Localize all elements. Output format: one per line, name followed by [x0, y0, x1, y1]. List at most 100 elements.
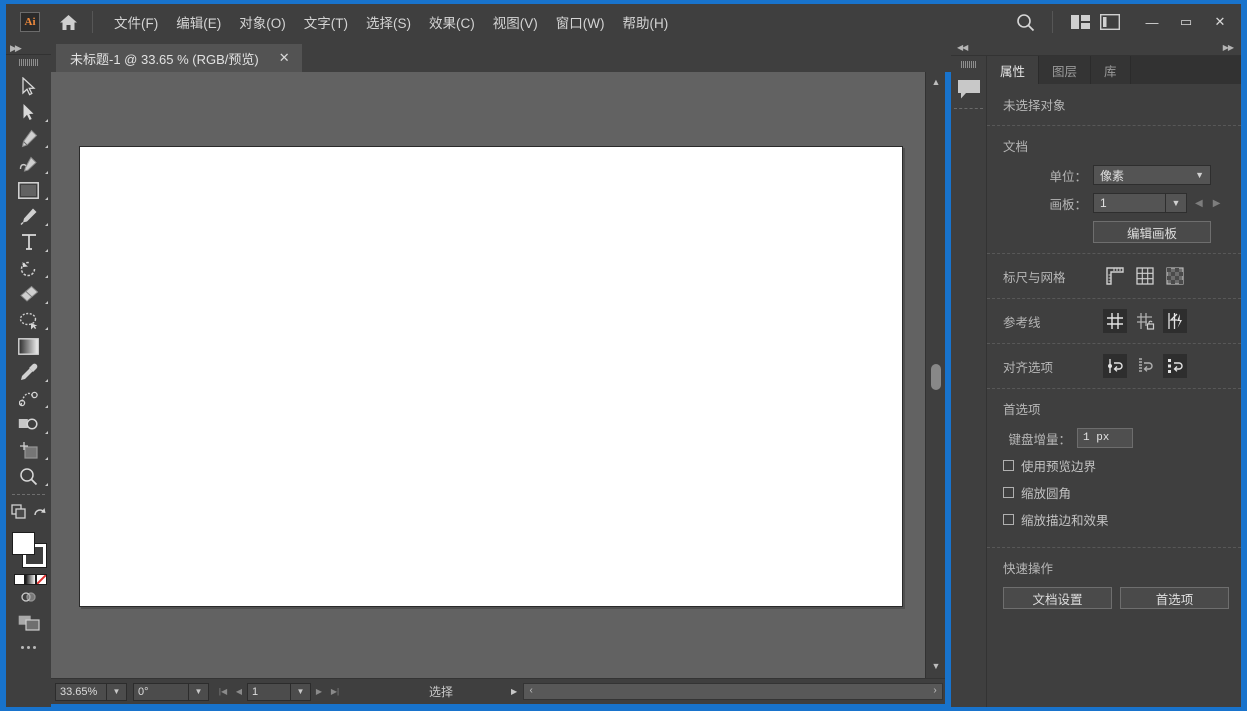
show-guides-icon[interactable] — [1103, 309, 1127, 333]
zoom-tool[interactable] — [6, 463, 51, 489]
play-icon[interactable]: ▶ — [511, 687, 517, 696]
panel-toggle-icon[interactable] — [1095, 7, 1125, 37]
zoom-level-field[interactable]: 33.65% — [55, 683, 107, 701]
curvature-tool[interactable] — [6, 151, 51, 177]
edit-toolbar-icon[interactable] — [6, 636, 51, 658]
drawing-modes-icon[interactable] — [6, 584, 51, 610]
units-select[interactable]: 像素 ▼ — [1093, 165, 1211, 185]
shape-builder-tool[interactable] — [6, 411, 51, 437]
comments-icon[interactable] — [951, 72, 986, 106]
menu-item-file[interactable]: 文件(F) — [105, 8, 167, 36]
use-preview-bounds-checkbox[interactable]: 使用预览边界 — [1003, 456, 1229, 475]
menu-item-help[interactable]: 帮助(H) — [613, 8, 677, 36]
show-grid-icon[interactable] — [1133, 264, 1157, 288]
tool-flyout-indicator — [45, 145, 48, 148]
lasso-tool[interactable] — [6, 307, 51, 333]
blend-tool[interactable] — [6, 385, 51, 411]
tab-libraries[interactable]: 库 — [1091, 56, 1131, 84]
document-setup-button[interactable]: 文档设置 — [1003, 587, 1112, 609]
scroll-down-icon[interactable]: ▼ — [926, 658, 946, 674]
quick-actions-buttons: 文档设置 首选项 — [1003, 587, 1229, 609]
artboard-prev-icon[interactable]: ◀ — [1195, 198, 1203, 209]
vertical-scrollbar[interactable]: ▲ ▼ — [925, 72, 945, 678]
document-section: 文档 单位： 像素 ▼ 画板： 1 ▼ ◀ ▶ — [987, 126, 1241, 254]
first-artboard-icon[interactable]: |◀ — [215, 683, 231, 701]
screen-mode-icon[interactable] — [6, 610, 51, 636]
show-rulers-icon[interactable] — [1103, 264, 1127, 288]
artboard-number-field[interactable]: 1 — [247, 683, 291, 701]
keyboard-increment-field[interactable]: 1 px — [1077, 428, 1133, 448]
artboard-dropdown-icon[interactable]: ▼ — [291, 683, 311, 701]
snap-to-point-icon[interactable] — [1103, 354, 1127, 378]
fill-stroke-shortcuts[interactable] — [6, 500, 51, 526]
scroll-right-icon[interactable]: › — [928, 685, 942, 696]
snap-options-label: 对齐选项 — [1003, 357, 1089, 376]
show-transparency-grid-icon[interactable] — [1163, 264, 1187, 288]
type-tool[interactable] — [6, 229, 51, 255]
eraser-tool[interactable] — [6, 281, 51, 307]
artboard-row: 画板： 1 ▼ ◀ ▶ — [1003, 193, 1229, 213]
menu-item-edit[interactable]: 编辑(E) — [167, 8, 230, 36]
tab-properties[interactable]: 属性 — [987, 56, 1039, 84]
document-tab[interactable]: 未标题-1 @ 33.65 % (RGB/预览) ✕ — [56, 44, 302, 72]
artboard-next-icon[interactable]: ▶ — [1213, 198, 1221, 209]
close-icon[interactable]: ✕ — [275, 50, 294, 66]
quick-actions-section: 快速操作 文档设置 首选项 — [987, 548, 1241, 619]
menu-item-effect[interactable]: 效果(C) — [420, 8, 484, 36]
menu-item-type[interactable]: 文字(T) — [295, 8, 357, 36]
tab-layers[interactable]: 图层 — [1039, 56, 1091, 84]
artboard-chevron-down-icon[interactable]: ▼ — [1165, 193, 1187, 213]
rotate-tool[interactable] — [6, 255, 51, 281]
rectangle-tool[interactable] — [6, 177, 51, 203]
search-icon[interactable] — [1010, 7, 1040, 37]
menu-item-object[interactable]: 对象(O) — [230, 8, 295, 36]
scale-corners-checkbox[interactable]: 缩放圆角 — [1003, 483, 1229, 502]
snap-to-grid-icon[interactable] — [1133, 354, 1157, 378]
prev-artboard-icon[interactable]: ◀ — [231, 683, 247, 701]
artboard[interactable] — [79, 146, 903, 607]
preferences-section: 首选项 键盘增量： 1 px 使用预览边界 缩放圆角 缩放描边和效果 — [987, 389, 1241, 548]
scale-strokes-effects-checkbox[interactable]: 缩放描边和效果 — [1003, 510, 1229, 529]
smart-guides-icon[interactable] — [1163, 309, 1187, 333]
chevron-down-icon: ▼ — [1195, 170, 1204, 180]
zoom-dropdown-icon[interactable]: ▼ — [107, 683, 127, 701]
gradient-tool[interactable] — [6, 333, 51, 359]
pen-tool[interactable] — [6, 125, 51, 151]
menu-item-window[interactable]: 窗口(W) — [547, 8, 614, 36]
snap-to-pixel-icon[interactable] — [1163, 354, 1187, 378]
rotation-dropdown-icon[interactable]: ▼ — [189, 683, 209, 701]
edit-artboard-button[interactable]: 编辑画板 — [1093, 221, 1211, 243]
tools-panel-grip[interactable] — [6, 55, 51, 69]
workspace-switcher-icon[interactable] — [1065, 7, 1095, 37]
paintbrush-tool[interactable] — [6, 203, 51, 229]
rotation-field[interactable]: 0° — [133, 683, 189, 701]
direct-selection-tool[interactable] — [6, 99, 51, 125]
tool-flyout-indicator — [45, 483, 48, 486]
artboard-value: 1 — [1100, 196, 1107, 210]
vertical-scroll-thumb[interactable] — [931, 364, 941, 390]
last-artboard-icon[interactable]: ▶| — [327, 683, 343, 701]
scroll-up-icon[interactable]: ▲ — [926, 74, 946, 90]
next-artboard-icon[interactable]: ▶ — [311, 683, 327, 701]
preferences-button[interactable]: 首选项 — [1120, 587, 1229, 609]
menu-item-select[interactable]: 选择(S) — [357, 8, 420, 36]
scroll-left-icon[interactable]: ‹ — [524, 685, 538, 696]
collapse-rail-icon[interactable]: ◀◀ — [957, 43, 967, 52]
minimize-button[interactable]: — — [1135, 8, 1169, 36]
selection-tool[interactable] — [6, 73, 51, 99]
close-button[interactable]: ✕ — [1203, 8, 1237, 36]
eyedropper-tool[interactable] — [6, 359, 51, 385]
maximize-button[interactable]: ▭ — [1169, 8, 1203, 36]
panel-rail-grip[interactable] — [951, 56, 986, 72]
horizontal-scrollbar[interactable]: ‹ › — [523, 683, 943, 700]
artboard-select[interactable]: 1 — [1093, 193, 1165, 213]
home-icon[interactable] — [56, 10, 80, 34]
canvas-area[interactable] — [51, 72, 931, 678]
fill-swatch[interactable] — [12, 532, 35, 555]
lock-guides-icon[interactable] — [1133, 309, 1157, 333]
menu-item-view[interactable]: 视图(V) — [484, 8, 547, 36]
ai-logo-icon: Ai — [20, 12, 40, 32]
artboard-tool[interactable] — [6, 437, 51, 463]
expand-tools-icon[interactable]: ▶▶ — [10, 43, 20, 54]
collapse-panel-icon[interactable]: ▶▶ — [1223, 43, 1233, 52]
